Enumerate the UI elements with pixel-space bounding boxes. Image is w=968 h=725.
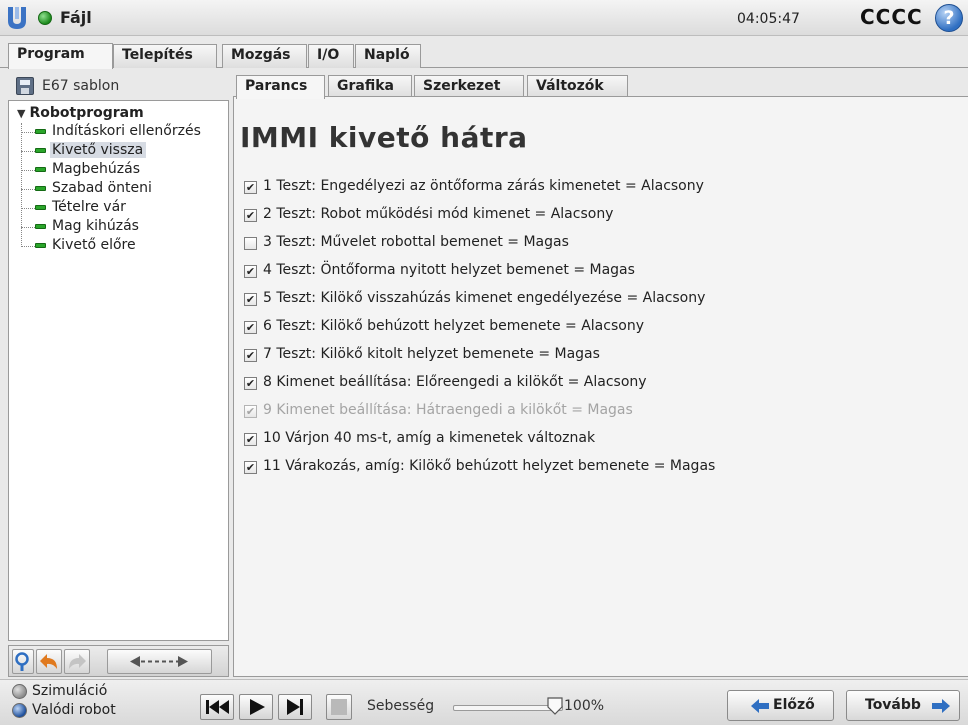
- simulation-radio[interactable]: [12, 684, 27, 699]
- step-label: 9 Kimenet beállítása: Hátraengedi a kilö…: [263, 402, 633, 418]
- step-label: 10 Várjon 40 ms-t, amíg a kimenetek vált…: [263, 430, 596, 446]
- real-robot-label[interactable]: Valódi robot: [32, 702, 116, 718]
- tree-branch: [21, 246, 35, 247]
- node-title: IMMI kivető hátra: [240, 121, 528, 154]
- step-label: 5 Teszt: Kilökő visszahúzás kimenet enge…: [263, 290, 706, 306]
- node-icon: [35, 205, 46, 210]
- tab-graphics[interactable]: Grafika: [328, 75, 412, 97]
- clock: 04:05:47: [737, 11, 800, 27]
- redo-button[interactable]: [64, 649, 90, 674]
- command-panel: IMMI kivető hátra ✔ 1 Teszt: Engedélyezi …: [233, 96, 968, 677]
- redo-icon: [69, 654, 86, 669]
- tab-variables[interactable]: Változók: [527, 75, 628, 97]
- robot-name: CCCC: [860, 5, 923, 29]
- file-menu[interactable]: Fájl: [60, 8, 92, 27]
- step-checkbox[interactable]: ✔: [244, 349, 257, 362]
- program-name: E67 sablon: [42, 78, 120, 94]
- tree-item-label: Magbehúzás: [52, 161, 141, 177]
- tab-move[interactable]: Mozgás: [222, 44, 307, 68]
- node-icon: [35, 148, 46, 153]
- next-button[interactable]: Tovább: [846, 690, 960, 721]
- speed-value: 100%: [564, 698, 605, 714]
- tree-root[interactable]: ▼ Robotprogram: [17, 105, 144, 121]
- status-dot-icon: [38, 11, 52, 25]
- help-icon[interactable]: ?: [935, 4, 963, 32]
- top-bar: Fájl 04:05:47 CCCC ?: [0, 0, 968, 36]
- simulation-label[interactable]: Szimuláció: [32, 683, 107, 699]
- tree-item-label: Szabad önteni: [52, 180, 152, 196]
- step-label: 7 Teszt: Kilökő kitolt helyzet bemenete …: [263, 346, 600, 362]
- undo-button[interactable]: [36, 649, 62, 674]
- step-checkbox: ✔: [244, 405, 257, 418]
- tree-branch: [21, 151, 35, 152]
- tab-structure[interactable]: Szerkezet: [414, 75, 524, 97]
- tab-installation[interactable]: Telepítés: [113, 44, 217, 68]
- stop-button[interactable]: [326, 694, 352, 720]
- search-icon: [15, 652, 29, 671]
- save-icon[interactable]: [16, 77, 34, 95]
- search-button[interactable]: [12, 649, 34, 674]
- tree-item-label: Kivető előre: [52, 237, 136, 253]
- tree-connector: [21, 123, 22, 247]
- tree-branch: [21, 170, 35, 171]
- step-checkbox[interactable]: ✔: [244, 321, 257, 334]
- node-icon: [35, 224, 46, 229]
- play-button[interactable]: [239, 694, 273, 720]
- real-robot-radio[interactable]: [12, 703, 27, 718]
- speed-label: Sebesség: [367, 698, 435, 714]
- step-label: 6 Teszt: Kilökő behúzott helyzet bemenet…: [263, 318, 644, 334]
- arrow-left-icon: [751, 699, 769, 713]
- tree-item-label: Kivető vissza: [50, 142, 147, 158]
- step-checkbox[interactable]: [244, 237, 257, 250]
- step-label: 8 Kimenet beállítása: Előreengedi a kilö…: [263, 374, 647, 390]
- stop-icon: [331, 699, 347, 715]
- step-checkbox[interactable]: ✔: [244, 433, 257, 446]
- tab-command[interactable]: Parancs: [236, 75, 325, 99]
- move-node-button[interactable]: [107, 649, 212, 674]
- skip-to-start-button[interactable]: [200, 694, 234, 720]
- node-icon: [35, 243, 46, 248]
- tree-toolbar: [8, 645, 229, 677]
- tree-branch: [21, 227, 35, 228]
- undo-icon: [40, 654, 57, 669]
- expand-triangle-icon[interactable]: ▼: [17, 107, 25, 120]
- step-forward-icon: [287, 699, 303, 715]
- previous-button[interactable]: Előző: [727, 690, 834, 721]
- tree-root-label: Robotprogram: [29, 105, 144, 121]
- tree-branch: [21, 132, 35, 133]
- arrow-right-icon: [932, 699, 950, 713]
- tab-io[interactable]: I/O: [308, 44, 354, 68]
- slider-handle-icon[interactable]: [546, 696, 564, 716]
- step-checkbox[interactable]: ✔: [244, 209, 257, 222]
- ur-logo-icon: [8, 7, 26, 29]
- play-icon: [250, 699, 265, 715]
- previous-label: Előző: [773, 697, 815, 713]
- step-checkbox[interactable]: ✔: [244, 377, 257, 390]
- step-forward-button[interactable]: [278, 694, 312, 720]
- step-label: 3 Teszt: Művelet robottal bemenet = Maga…: [263, 234, 569, 250]
- tree-item-label: Indításkori ellenőrzés: [52, 123, 201, 139]
- step-label: 1 Teszt: Engedélyezi az öntőforma zárás …: [263, 178, 704, 194]
- move-arrows-icon: [130, 656, 188, 667]
- step-label: 11 Várakozás, amíg: Kilökő behúzott hely…: [263, 458, 716, 474]
- tab-log[interactable]: Napló: [355, 44, 421, 68]
- skip-to-start-icon: [206, 700, 229, 714]
- node-icon: [35, 186, 46, 191]
- next-label: Tovább: [865, 697, 921, 713]
- tree-branch: [21, 208, 35, 209]
- step-checkbox[interactable]: ✔: [244, 461, 257, 474]
- step-checkbox[interactable]: ✔: [244, 293, 257, 306]
- tree-item-label: Tételre vár: [52, 199, 126, 215]
- tree-item-label: Mag kihúzás: [52, 218, 139, 234]
- step-label: 4 Teszt: Öntőforma nyitott helyzet bemen…: [263, 262, 635, 278]
- node-icon: [35, 167, 46, 172]
- node-icon: [35, 129, 46, 134]
- program-tree: ▼ Robotprogram Indításkori ellenőrzés Kiv…: [8, 100, 229, 641]
- tree-branch: [21, 189, 35, 190]
- step-checkbox[interactable]: ✔: [244, 265, 257, 278]
- step-label: 2 Teszt: Robot működési mód kimenet = Al…: [263, 206, 614, 222]
- step-checkbox[interactable]: ✔: [244, 181, 257, 194]
- tab-program[interactable]: Program: [8, 43, 113, 69]
